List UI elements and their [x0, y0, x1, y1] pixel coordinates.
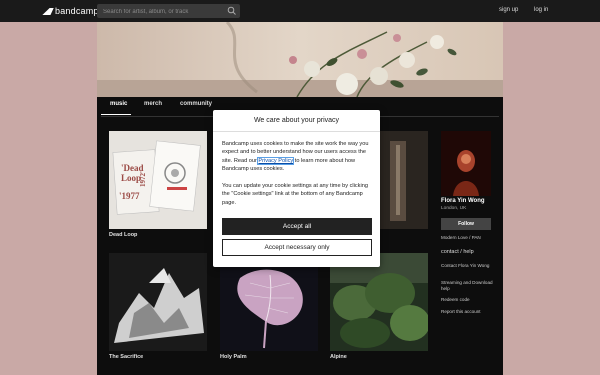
tab-merch[interactable]: merch	[144, 101, 162, 107]
album-cover-dead-loop[interactable]: 'Dead Loop '1977 1972'	[109, 131, 207, 229]
active-tab-indicator	[101, 114, 131, 115]
album-cover-the-sacrifice[interactable]	[109, 253, 207, 351]
album-cover-holy-palm[interactable]	[220, 253, 318, 351]
dialog-divider	[213, 131, 380, 132]
album-title-dead-loop[interactable]: Dead Loop	[109, 232, 137, 238]
label-link[interactable]: Modern Love / PAN	[441, 235, 481, 241]
logo-text: bandcamp	[55, 6, 99, 16]
artist-location: London, UK	[441, 206, 467, 211]
search-box	[97, 4, 240, 19]
cookie-explanation: Bandcamp uses cookies to make the site w…	[222, 140, 374, 174]
cover-text-line3: '1977	[119, 191, 140, 201]
album-title-alpine[interactable]: Alpine	[330, 354, 347, 360]
dialog-title: We care about your privacy	[253, 117, 340, 124]
contact-help-heading: contact / help	[441, 249, 474, 255]
holy-palm-artwork	[220, 253, 318, 351]
accept-necessary-button[interactable]: Accept necessary only	[222, 239, 372, 256]
album-title-holy-palm[interactable]: Holy Palm	[220, 354, 247, 360]
log-in-link[interactable]: log in	[534, 7, 548, 13]
sign-up-link[interactable]: sign up	[499, 7, 518, 13]
bandcamp-logo-icon	[42, 7, 54, 15]
follow-button[interactable]: Follow	[441, 218, 491, 230]
search-input[interactable]	[101, 5, 225, 19]
report-account-link[interactable]: Report this account	[441, 309, 481, 315]
accept-all-button[interactable]: Accept all	[222, 218, 372, 235]
tab-community[interactable]: community	[180, 101, 212, 107]
hero-header-image	[97, 22, 503, 97]
streaming-help-link[interactable]: Streaming and Download help	[441, 280, 497, 292]
redeem-code-link[interactable]: Redeem code	[441, 297, 470, 303]
top-bar: bandcamp sign up log in	[0, 0, 600, 22]
album-title-the-sacrifice[interactable]: The Sacrifice	[109, 354, 143, 360]
artist-portrait-image	[441, 131, 491, 196]
album-cover-alpine[interactable]	[330, 253, 428, 351]
tab-music[interactable]: music	[110, 101, 127, 107]
artist-name[interactable]: Flora Yin Wong	[441, 198, 485, 204]
roses-artwork	[97, 22, 503, 97]
cookie-consent-dialog: We care about your privacy Bandcamp uses…	[213, 110, 380, 267]
cookie-settings-note: You can update your cookie settings at a…	[222, 183, 368, 206]
contact-artist-link[interactable]: Contact Flora Yin Wong	[441, 263, 497, 269]
artist-photo[interactable]	[441, 131, 491, 196]
bandcamp-logo[interactable]: bandcamp	[42, 5, 99, 17]
the-sacrifice-artwork	[109, 253, 207, 351]
alpine-artwork	[330, 253, 428, 351]
cover-text-line4: 1972'	[138, 171, 147, 187]
search-icon[interactable]	[227, 6, 237, 16]
privacy-policy-link[interactable]: Privacy Policy	[257, 156, 295, 165]
